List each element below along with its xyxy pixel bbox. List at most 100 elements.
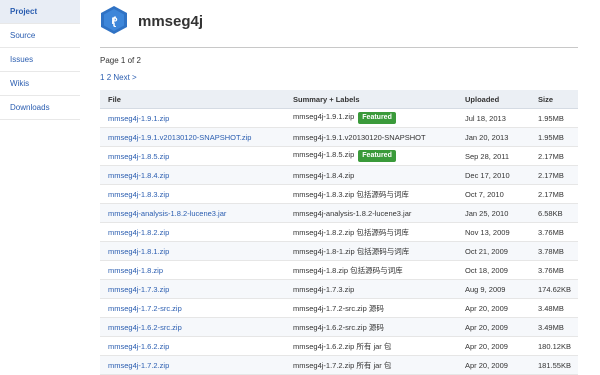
summary-cell: mmseg4j-1.8.3.zip 包括源码与词库	[285, 184, 457, 204]
file-link[interactable]: mmseg4j-1.8.zip	[100, 260, 285, 280]
file-link[interactable]: mmseg4j-1.9.1.v20130120-SNAPSHOT.zip	[100, 127, 285, 147]
file-size: 1.95MB	[530, 127, 578, 147]
summary-cell: mmseg4j-analysis-1.8.2-lucene3.jar	[285, 203, 457, 223]
header-divider	[100, 47, 578, 48]
summary-text: mmseg4j-1.7.2.zip 所有 jar 包	[293, 360, 392, 370]
file-link[interactable]: mmseg4j-1.8.1.zip	[100, 241, 285, 261]
downloads-table: File Summary + Labels Uploaded Size mmse…	[100, 90, 578, 375]
uploaded-date: Oct 18, 2009	[457, 260, 530, 280]
summary-text: mmseg4j-1.6.2-src.zip 源码	[293, 322, 384, 332]
featured-badge[interactable]: Featured	[358, 112, 396, 124]
file-link[interactable]: mmseg4j-1.8.3.zip	[100, 184, 285, 204]
summary-text: mmseg4j-analysis-1.8.2-lucene3.jar	[293, 208, 412, 218]
summary-cell: mmseg4j-1.8.2.zip 包括源码与词库	[285, 222, 457, 242]
summary-text: mmseg4j-1.9.1.v20130120-SNAPSHOT	[293, 132, 426, 142]
column-header-size[interactable]: Size	[530, 90, 578, 109]
uploaded-date: Aug 9, 2009	[457, 279, 530, 299]
column-header-summary[interactable]: Summary + Labels	[285, 90, 457, 109]
file-link[interactable]: mmseg4j-1.8.5.zip	[100, 146, 285, 166]
main-content: { P mmseg4j Page 1 of 2 1 2 Next > File …	[100, 0, 578, 375]
table-row[interactable]: mmseg4j-1.6.2-src.zip mmseg4j-1.6.2-src.z…	[100, 317, 578, 337]
file-size: 3.48MB	[530, 298, 578, 318]
page-1-link[interactable]: 1	[100, 73, 104, 82]
summary-text: mmseg4j-1.8.3.zip 包括源码与词库	[293, 189, 409, 199]
project-header: { P mmseg4j	[100, 5, 578, 37]
file-link[interactable]: mmseg4j-analysis-1.8.2-lucene3.jar	[100, 203, 285, 223]
summary-cell: mmseg4j-1.9.1.zip Featured	[285, 108, 457, 128]
summary-cell: mmseg4j-1.6.2-src.zip 源码	[285, 317, 457, 337]
uploaded-date: Oct 7, 2010	[457, 184, 530, 204]
table-row[interactable]: mmseg4j-1.8.2.zip mmseg4j-1.8.2.zip 包括源码与…	[100, 222, 578, 242]
table-row[interactable]: mmseg4j-1.8.3.zip mmseg4j-1.8.3.zip 包括源码与…	[100, 184, 578, 204]
file-size: 2.17MB	[530, 165, 578, 185]
project-logo-icon: { P	[101, 6, 127, 34]
sidebar-item-source[interactable]: Source	[0, 24, 80, 48]
summary-text: mmseg4j-1.8.4.zip	[293, 170, 355, 180]
next-page-link[interactable]: Next >	[113, 73, 136, 82]
uploaded-date: Apr 20, 2009	[457, 355, 530, 375]
featured-badge[interactable]: Featured	[358, 150, 396, 162]
uploaded-date: Dec 17, 2010	[457, 165, 530, 185]
file-link[interactable]: mmseg4j-1.6.2.zip	[100, 336, 285, 356]
table-row[interactable]: mmseg4j-1.9.1.zip mmseg4j-1.9.1.zip Featur…	[100, 108, 578, 128]
summary-text: mmseg4j-1.7.3.zip	[293, 284, 355, 294]
table-row[interactable]: mmseg4j-1.8.zip mmseg4j-1.8.zip 包括源码与词库 Oc…	[100, 260, 578, 280]
pagination: 1 2 Next >	[100, 73, 137, 82]
logo-letter: P	[111, 16, 117, 26]
column-header-uploaded[interactable]: Uploaded	[457, 90, 530, 109]
file-link[interactable]: mmseg4j-1.7.3.zip	[100, 279, 285, 299]
file-link[interactable]: mmseg4j-1.7.2-src.zip	[100, 298, 285, 318]
file-size: 2.17MB	[530, 184, 578, 204]
uploaded-date: Nov 13, 2009	[457, 222, 530, 242]
summary-cell: mmseg4j-1.8.4.zip	[285, 165, 457, 185]
file-link[interactable]: mmseg4j-1.9.1.zip	[100, 108, 285, 128]
summary-cell: mmseg4j-1.7.3.zip	[285, 279, 457, 299]
file-size: 3.76MB	[530, 260, 578, 280]
sidebar-item-wikis[interactable]: Wikis	[0, 72, 80, 96]
page-2-link[interactable]: 2	[107, 73, 111, 82]
summary-text: mmseg4j-1.9.1.zip	[293, 112, 355, 121]
uploaded-date: Oct 21, 2009	[457, 241, 530, 261]
summary-text: mmseg4j-1.7.2-src.zip 源码	[293, 303, 384, 313]
uploaded-date: Sep 28, 2011	[457, 146, 530, 166]
sidebar-item-project[interactable]: Project	[0, 0, 80, 24]
uploaded-date: Jul 18, 2013	[457, 108, 530, 128]
file-size: 174.62KB	[530, 279, 578, 299]
table-row[interactable]: mmseg4j-1.7.2-src.zip mmseg4j-1.7.2-src.z…	[100, 298, 578, 318]
table-row[interactable]: mmseg4j-1.8.4.zip mmseg4j-1.8.4.zip Dec 17…	[100, 165, 578, 185]
file-link[interactable]: mmseg4j-1.8.2.zip	[100, 222, 285, 242]
summary-text: mmseg4j-1.8-1.zip 包括源码与词库	[293, 246, 410, 256]
summary-cell: mmseg4j-1.8.zip 包括源码与词库	[285, 260, 457, 280]
table-row[interactable]: mmseg4j-1.9.1.v20130120-SNAPSHOT.zip mmse…	[100, 127, 578, 147]
table-row[interactable]: mmseg4j-1.7.2.zip mmseg4j-1.7.2.zip 所有 ja…	[100, 355, 578, 375]
summary-text: mmseg4j-1.8.2.zip 包括源码与词库	[293, 227, 409, 237]
file-link[interactable]: mmseg4j-1.7.2.zip	[100, 355, 285, 375]
table-row[interactable]: mmseg4j-1.8.1.zip mmseg4j-1.8-1.zip 包括源码与…	[100, 241, 578, 261]
column-header-file[interactable]: File	[100, 90, 285, 109]
summary-cell: mmseg4j-1.8-1.zip 包括源码与词库	[285, 241, 457, 261]
uploaded-date: Apr 20, 2009	[457, 298, 530, 318]
table-row[interactable]: mmseg4j-1.8.5.zip mmseg4j-1.8.5.zip Featur…	[100, 146, 578, 166]
file-link[interactable]: mmseg4j-1.8.4.zip	[100, 165, 285, 185]
file-size: 180.12KB	[530, 336, 578, 356]
table-row[interactable]: mmseg4j-analysis-1.8.2-lucene3.jar mmseg4…	[100, 203, 578, 223]
summary-cell: mmseg4j-1.9.1.v20130120-SNAPSHOT	[285, 127, 457, 147]
page-count: Page 1 of 2	[100, 56, 141, 65]
file-size: 181.55KB	[530, 355, 578, 375]
summary-cell: mmseg4j-1.6.2.zip 所有 jar 包	[285, 336, 457, 356]
file-size: 3.76MB	[530, 222, 578, 242]
file-size: 2.17MB	[530, 146, 578, 166]
uploaded-date: Apr 20, 2009	[457, 336, 530, 356]
file-size: 1.95MB	[530, 108, 578, 128]
table-header-row: File Summary + Labels Uploaded Size	[100, 90, 578, 109]
uploaded-date: Jan 20, 2013	[457, 127, 530, 147]
file-link[interactable]: mmseg4j-1.6.2-src.zip	[100, 317, 285, 337]
table-row[interactable]: mmseg4j-1.7.3.zip mmseg4j-1.7.3.zip Aug 9,…	[100, 279, 578, 299]
summary-text: mmseg4j-1.8.zip 包括源码与词库	[293, 265, 403, 275]
table-row[interactable]: mmseg4j-1.6.2.zip mmseg4j-1.6.2.zip 所有 ja…	[100, 336, 578, 356]
uploaded-date: Jan 25, 2010	[457, 203, 530, 223]
sidebar-item-issues[interactable]: Issues	[0, 48, 80, 72]
sidebar-item-downloads[interactable]: Downloads	[0, 96, 80, 120]
file-size: 6.58KB	[530, 203, 578, 223]
summary-cell: mmseg4j-1.8.5.zip Featured	[285, 146, 457, 166]
